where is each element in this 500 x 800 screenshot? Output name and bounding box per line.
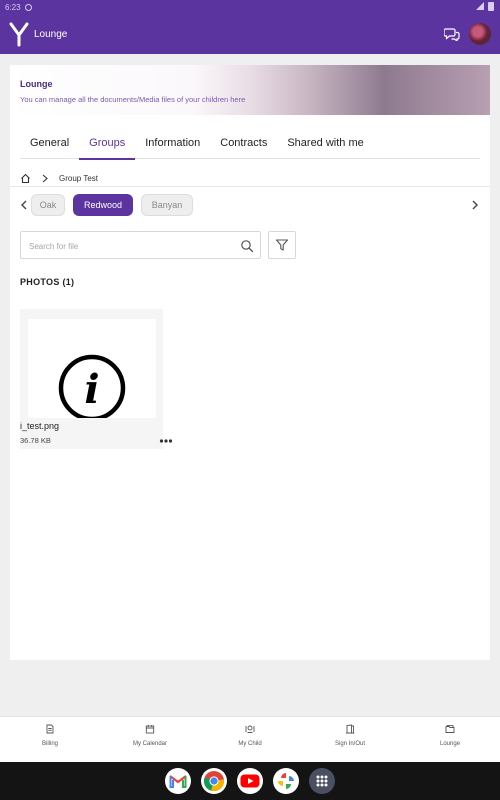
youtube-icon[interactable] xyxy=(237,768,263,794)
system-dock xyxy=(0,762,500,800)
chevron-left-icon[interactable] xyxy=(18,198,30,212)
tab-general[interactable]: General xyxy=(20,137,79,159)
main-card: Lounge You can manage all the documents/… xyxy=(10,65,490,660)
group-chips: Oak Redwood Banyan xyxy=(10,194,490,216)
tab-information[interactable]: Information xyxy=(135,137,210,159)
nav-my-child-label: My Child xyxy=(238,741,262,747)
app-drawer-icon[interactable] xyxy=(309,768,335,794)
nav-lounge[interactable]: Lounge xyxy=(400,717,500,762)
filter-icon xyxy=(275,239,289,251)
signal-icon xyxy=(476,2,484,10)
group-chip-redwood[interactable]: Redwood xyxy=(73,194,133,216)
battery-icon xyxy=(488,2,494,11)
nav-my-child[interactable]: My Child xyxy=(200,717,300,762)
folder-icon xyxy=(445,725,455,733)
photos-icon[interactable] xyxy=(273,768,299,794)
notification-icon xyxy=(24,3,32,11)
group-chip-oak[interactable]: Oak xyxy=(31,194,65,216)
status-time: 6:23 xyxy=(5,2,21,12)
hero-banner: Lounge You can manage all the documents/… xyxy=(10,65,490,115)
file-card[interactable]: i i_test.png 36.78 KB xyxy=(20,309,173,449)
search-input[interactable] xyxy=(29,238,229,254)
search-box xyxy=(20,231,261,259)
chevron-right-icon xyxy=(42,174,48,182)
status-bar: 6:23 xyxy=(0,0,500,14)
nav-sign-in-out[interactable]: Sign In/Out xyxy=(300,717,400,762)
nav-my-calendar-label: My Calendar xyxy=(132,741,167,747)
file-name: i_test.png xyxy=(20,421,60,431)
nav-billing-label: Billing xyxy=(41,741,58,747)
gmail-icon[interactable] xyxy=(165,768,191,794)
door-icon xyxy=(346,724,355,734)
tab-contracts[interactable]: Contracts xyxy=(210,137,277,159)
info-icon: i xyxy=(58,354,126,422)
nav-my-calendar[interactable]: My Calendar xyxy=(100,717,200,762)
calendar-icon xyxy=(145,725,155,734)
nav-billing[interactable]: Billing xyxy=(0,717,100,762)
bottom-nav: Billing My Calendar My Child Sign In/Out… xyxy=(0,716,500,762)
divider xyxy=(10,186,490,187)
file-thumbnail[interactable]: i xyxy=(28,319,156,422)
breadcrumb: Group Test xyxy=(20,169,490,187)
status-indicators xyxy=(476,2,494,11)
group-chip-banyan[interactable]: Banyan xyxy=(141,194,193,216)
breadcrumb-current[interactable]: Group Test xyxy=(59,174,98,183)
tab-bar: General Groups Information Contracts Sha… xyxy=(20,137,480,160)
avatar[interactable] xyxy=(469,23,491,45)
more-options-icon[interactable] xyxy=(159,438,173,444)
app-bar: Lounge xyxy=(0,14,500,54)
filter-button[interactable] xyxy=(268,231,296,259)
chevron-right-icon[interactable] xyxy=(469,198,481,212)
nav-lounge-label: Lounge xyxy=(439,741,461,747)
receipt-icon xyxy=(46,724,54,734)
tab-shared-with-me[interactable]: Shared with me xyxy=(277,137,373,159)
app-bar-title: Lounge xyxy=(34,28,68,40)
search-icon[interactable] xyxy=(240,239,254,253)
info-glyph: i xyxy=(84,366,99,413)
home-icon[interactable] xyxy=(20,173,31,184)
photos-section-label: PHOTOS (1) xyxy=(20,277,75,287)
child-icon xyxy=(245,725,255,733)
page-subtitle: You can manage all the documents/Media f… xyxy=(20,95,246,104)
chrome-icon[interactable] xyxy=(201,768,227,794)
tab-groups[interactable]: Groups xyxy=(79,137,136,160)
file-size: 36.78 KB xyxy=(20,436,51,445)
page-title: Lounge xyxy=(20,79,53,89)
app-logo-icon[interactable] xyxy=(8,20,30,48)
chat-icon[interactable] xyxy=(444,27,460,41)
nav-sign-in-out-label: Sign In/Out xyxy=(334,741,366,747)
